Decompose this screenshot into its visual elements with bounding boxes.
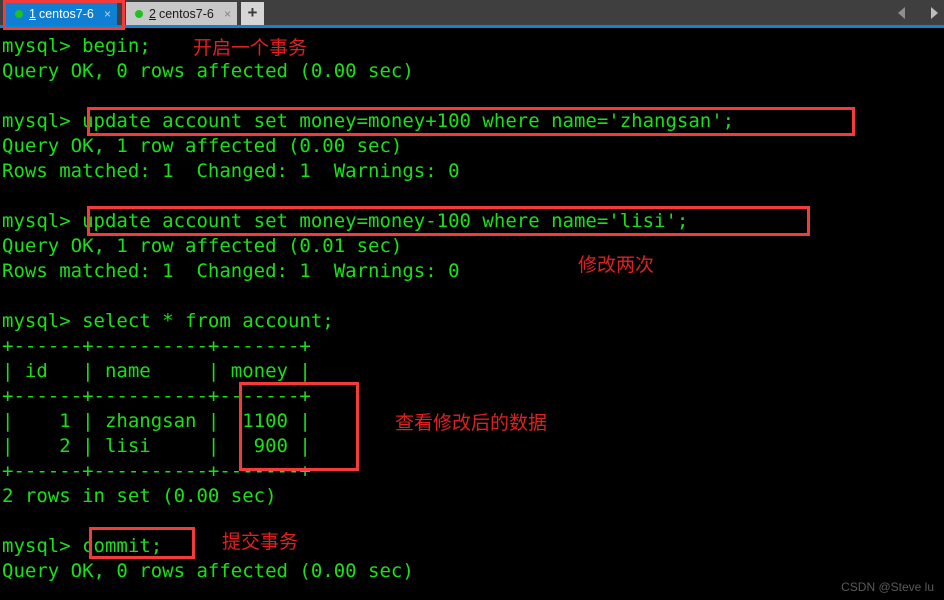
tab-centos7-6-1[interactable]: 1 centos7-6 × — [6, 2, 117, 25]
tab-index-1: 1 — [29, 6, 36, 21]
tab-label-1: centos7-6 — [38, 6, 94, 21]
tab-label-2: centos7-6 — [158, 6, 214, 21]
terminal-line: mysql> select * from account; — [2, 310, 334, 332]
terminal-line: mysql> update account set money=money+10… — [2, 110, 735, 132]
terminal-line: | 2 | lisi | 900 | — [2, 435, 311, 457]
terminal-window: 1 centos7-6 × 2 centos7-6 × + mysql> beg… — [0, 0, 944, 600]
new-tab-button[interactable]: + — [241, 2, 264, 25]
terminal-line: mysql> update account set money=money-10… — [2, 210, 689, 232]
annotation-text: 开启一个事务 — [193, 37, 308, 59]
terminal-line: +------+----------+-------+ — [2, 385, 311, 407]
terminal-line: Rows matched: 1 Changed: 1 Warnings: 0 — [2, 260, 460, 282]
terminal-line: Query OK, 0 rows affected (0.00 sec) — [2, 60, 414, 82]
tab-scroll-controls — [898, 5, 938, 21]
annotation-text: 提交事务 — [222, 531, 299, 553]
close-icon[interactable]: × — [224, 7, 231, 21]
terminal-line: mysql> commit; — [2, 535, 163, 557]
tab-index-2: 2 — [149, 6, 156, 21]
terminal-line: +------+----------+-------+ — [2, 335, 311, 357]
terminal-line: | 1 | zhangsan | 1100 | — [2, 410, 311, 432]
connection-status-dot-icon — [135, 9, 143, 18]
terminal-line: +------+----------+-------+ — [2, 460, 311, 482]
terminal-line: 2 rows in set (0.00 sec) — [2, 485, 277, 507]
annotation-text: 查看修改后的数据 — [395, 412, 548, 434]
terminal-line: Rows matched: 1 Changed: 1 Warnings: 0 — [2, 160, 460, 182]
terminal-line: mysql> begin; — [2, 35, 151, 57]
terminal-output[interactable]: mysql> begin; Query OK, 0 rows affected (… — [0, 28, 944, 600]
terminal-line: | id | name | money | — [2, 360, 311, 382]
connection-status-dot-icon — [15, 9, 23, 18]
tab-bar: 1 centos7-6 × 2 centos7-6 × + — [0, 0, 944, 28]
terminal-line: Query OK, 1 row affected (0.01 sec) — [2, 235, 403, 257]
tab-centos7-6-2[interactable]: 2 centos7-6 × — [126, 2, 237, 25]
chevron-right-icon[interactable] — [931, 7, 938, 19]
watermark: CSDN @Steve lu — [841, 580, 934, 594]
annotation-text: 修改两次 — [578, 254, 655, 276]
terminal-line: Query OK, 1 row affected (0.00 sec) — [2, 135, 403, 157]
chevron-left-icon[interactable] — [898, 7, 905, 19]
terminal-line: Query OK, 0 rows affected (0.00 sec) — [2, 560, 414, 582]
close-icon[interactable]: × — [104, 7, 111, 21]
